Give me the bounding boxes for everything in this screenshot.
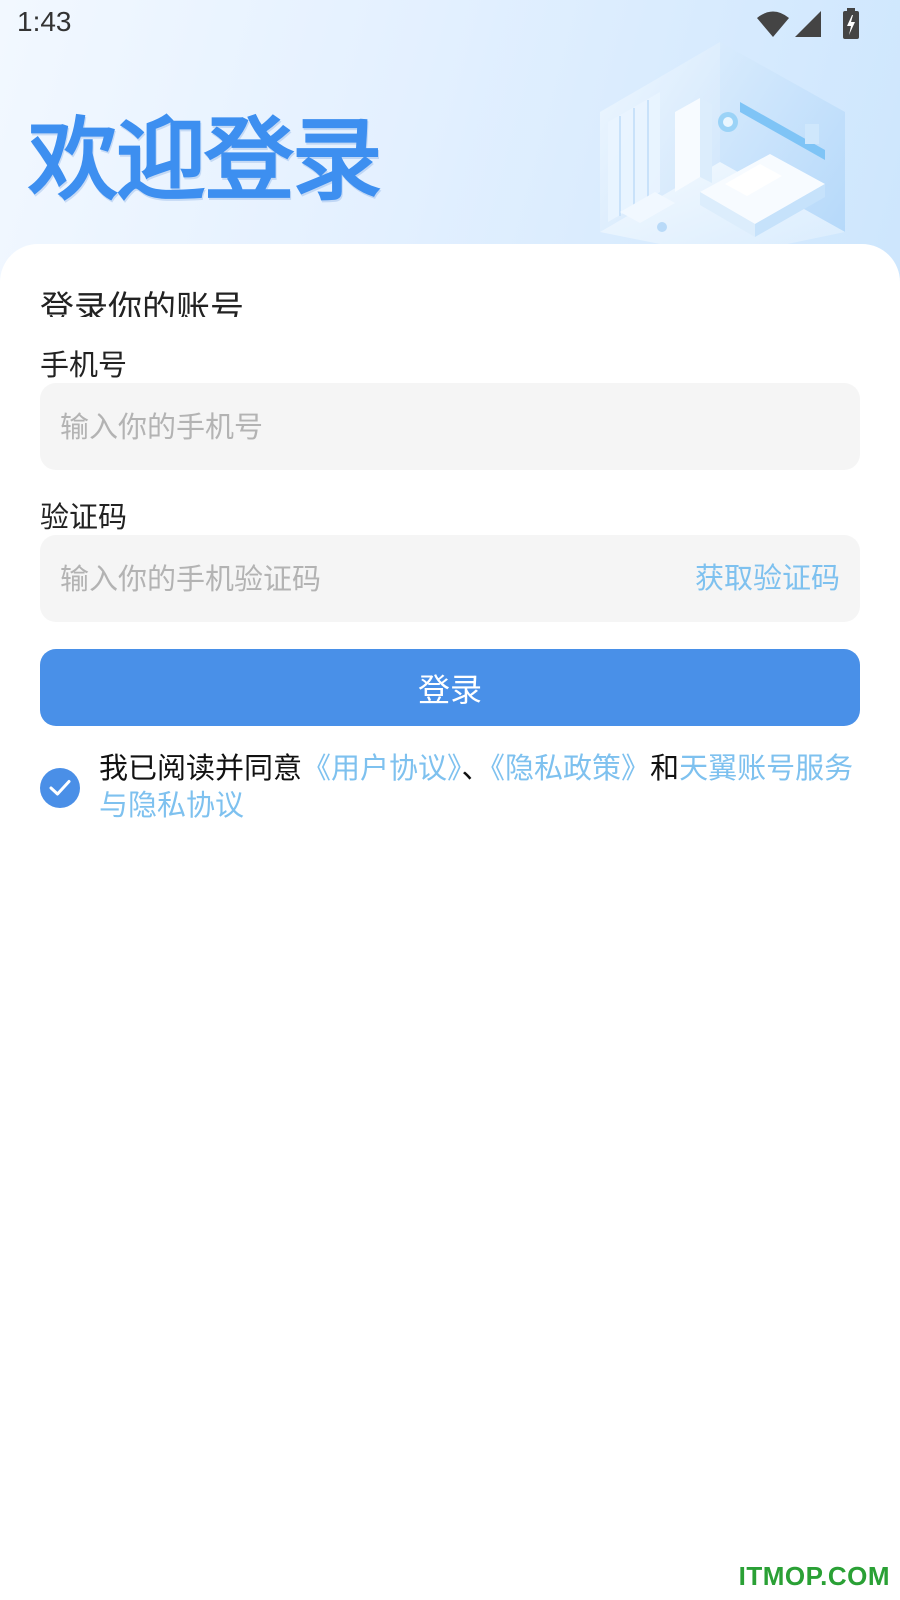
code-field-container: 获取验证码 bbox=[40, 535, 860, 622]
welcome-title: 欢迎登录 bbox=[28, 108, 382, 213]
status-time: 1:43 bbox=[17, 6, 72, 37]
card-subtitle: 登录你的账号 bbox=[40, 289, 244, 317]
get-code-button[interactable]: 获取验证码 bbox=[695, 535, 840, 622]
agreement-checkbox[interactable] bbox=[40, 768, 80, 808]
checkmark-icon bbox=[49, 780, 71, 796]
cellular-signal-icon bbox=[795, 11, 821, 37]
code-input[interactable] bbox=[60, 535, 620, 622]
agreement-separator: 、 bbox=[461, 751, 491, 785]
agreement-prefix: 我已阅读并同意 bbox=[99, 751, 303, 785]
agreement-conjunction: 和 bbox=[650, 751, 680, 785]
agreement-text: 我已阅读并同意《用户协议》、《隐私政策》和天翼账号服务与隐私协议 bbox=[99, 750, 869, 824]
phone-label: 手机号 bbox=[40, 348, 128, 382]
watermark: ITMOP.COM bbox=[738, 1561, 890, 1591]
isometric-room-illustration bbox=[600, 42, 845, 257]
phone-input[interactable] bbox=[60, 383, 620, 470]
battery-charging-icon bbox=[843, 8, 859, 39]
user-agreement-link[interactable]: 《用户协议》 bbox=[302, 751, 462, 785]
login-button[interactable]: 登录 bbox=[40, 649, 860, 726]
status-icons bbox=[738, 8, 878, 40]
wifi-icon bbox=[757, 11, 789, 37]
code-label: 验证码 bbox=[40, 500, 128, 534]
phone-field-container bbox=[40, 383, 860, 470]
privacy-policy-link[interactable]: 《隐私政策》 bbox=[491, 751, 651, 785]
